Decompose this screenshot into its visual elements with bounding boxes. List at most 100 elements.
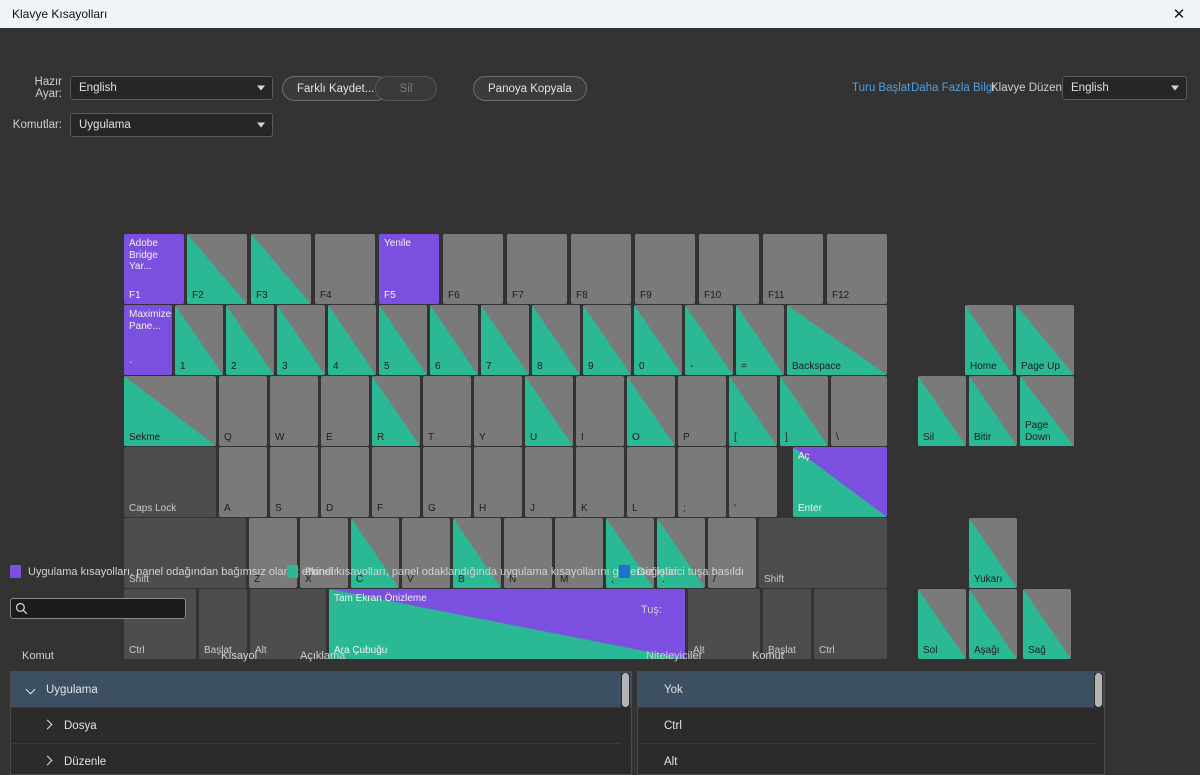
key-7[interactable]: 7 — [481, 305, 529, 375]
key-f10[interactable]: F10 — [699, 234, 759, 304]
key-sa[interactable]: Sağ — [1023, 589, 1071, 659]
key-v[interactable]: V — [402, 518, 450, 588]
key-[interactable]: [ — [729, 376, 777, 446]
tree-row[interactable]: Düzenle — [11, 744, 631, 774]
key-f11[interactable]: F11 — [763, 234, 823, 304]
key-d[interactable]: D — [321, 447, 369, 517]
key-alt[interactable]: Alt — [250, 589, 326, 659]
key-k[interactable]: K — [576, 447, 624, 517]
key-ba-lat[interactable]: Başlat — [199, 589, 247, 659]
key-ara-ubu-u[interactable]: Tam Ekran Önizleme Ara Çubuğu — [329, 589, 685, 659]
key-t[interactable]: T — [423, 376, 471, 446]
key-f12[interactable]: F12 — [827, 234, 887, 304]
key-ctrl[interactable]: Ctrl — [814, 589, 887, 659]
key-yukar[interactable]: Yukarı — [969, 518, 1017, 588]
key-f[interactable]: F — [372, 447, 420, 517]
key-n[interactable]: N — [504, 518, 552, 588]
key-j[interactable]: J — [525, 447, 573, 517]
key-0[interactable]: 0 — [634, 305, 682, 375]
key-f8[interactable]: F8 — [571, 234, 631, 304]
key-b[interactable]: B — [453, 518, 501, 588]
key-caps-lock[interactable]: Caps Lock — [124, 447, 216, 517]
key-9[interactable]: 9 — [583, 305, 631, 375]
modifier-scrollbar[interactable] — [1094, 673, 1103, 774]
key-6[interactable]: 6 — [430, 305, 478, 375]
modifier-row[interactable]: Alt — [638, 744, 1104, 774]
key-[interactable]: ' — [729, 447, 777, 517]
chevron-right-icon[interactable] — [43, 719, 56, 732]
command-tree[interactable]: Uygulama Dosya Düzenle — [10, 671, 632, 775]
key-[interactable]: . — [657, 518, 705, 588]
key-o[interactable]: O — [627, 376, 675, 446]
key-x[interactable]: X — [300, 518, 348, 588]
start-tour-link[interactable]: Turu Başlat — [852, 82, 910, 94]
key-4[interactable]: 4 — [328, 305, 376, 375]
modifier-row[interactable]: Ctrl — [638, 708, 1104, 744]
key-8[interactable]: 8 — [532, 305, 580, 375]
key-shift[interactable]: Shift — [124, 518, 246, 588]
key-backspace[interactable]: Backspace — [787, 305, 887, 375]
key-f9[interactable]: F9 — [635, 234, 695, 304]
tree-row[interactable]: Dosya — [11, 708, 631, 744]
key-s[interactable]: S — [270, 447, 318, 517]
tree-row[interactable]: Uygulama — [11, 672, 631, 708]
key-z[interactable]: Z — [249, 518, 297, 588]
key-y[interactable]: Y — [474, 376, 522, 446]
key-sol[interactable]: Sol — [918, 589, 966, 659]
search-box[interactable] — [10, 598, 186, 619]
key-f6[interactable]: F6 — [443, 234, 503, 304]
key-page-up[interactable]: Page Up — [1016, 305, 1074, 375]
key-e[interactable]: E — [321, 376, 369, 446]
close-icon[interactable]: ✕ — [1168, 3, 1190, 25]
chevron-down-icon[interactable] — [25, 683, 38, 696]
commands-select[interactable]: Uygulama — [70, 113, 273, 137]
tree-scrollbar[interactable] — [621, 673, 630, 774]
key-f1[interactable]: Adobe Bridge Yar... F1 — [124, 234, 184, 304]
key-[interactable]: / — [708, 518, 756, 588]
key-p[interactable]: P — [678, 376, 726, 446]
key-m[interactable]: M — [555, 518, 603, 588]
key-sil[interactable]: Sil — [918, 376, 966, 446]
tree-scrollbar-thumb[interactable] — [622, 673, 629, 707]
more-info-link[interactable]: Daha Fazla Bilgi — [911, 82, 995, 94]
key-q[interactable]: Q — [219, 376, 267, 446]
key-[interactable]: Maximize Pane... ` — [124, 305, 172, 375]
key-[interactable]: - — [685, 305, 733, 375]
key-[interactable]: ] — [780, 376, 828, 446]
key-a-a[interactable]: Aşağı — [969, 589, 1017, 659]
save-as-button[interactable]: Farklı Kaydet... — [282, 76, 390, 101]
key-i[interactable]: I — [576, 376, 624, 446]
key-h[interactable]: H — [474, 447, 522, 517]
modifier-row[interactable]: Yok — [638, 672, 1104, 708]
key-f7[interactable]: F7 — [507, 234, 567, 304]
delete-button[interactable]: Sil — [375, 76, 437, 101]
chevron-right-icon[interactable] — [43, 755, 56, 768]
key-2[interactable]: 2 — [226, 305, 274, 375]
key-enter[interactable]: Aç Enter — [793, 447, 887, 517]
modifier-list[interactable]: Yok Ctrl Alt — [637, 671, 1105, 775]
key-3[interactable]: 3 — [277, 305, 325, 375]
key-r[interactable]: R — [372, 376, 420, 446]
key-5[interactable]: 5 — [379, 305, 427, 375]
key-c[interactable]: C — [351, 518, 399, 588]
key-alt[interactable]: Alt — [688, 589, 760, 659]
key-sekme[interactable]: Sekme — [124, 376, 216, 446]
key-f5[interactable]: Yenile F5 — [379, 234, 439, 304]
key-down[interactable]: Page Down — [1020, 376, 1074, 446]
preset-select[interactable]: English — [70, 76, 273, 100]
key-f3[interactable]: F3 — [251, 234, 311, 304]
key-[interactable]: \ — [831, 376, 887, 446]
copy-clipboard-button[interactable]: Panoya Kopyala — [473, 76, 587, 101]
key-bitir[interactable]: Bitir — [969, 376, 1017, 446]
search-input[interactable] — [31, 602, 176, 615]
key-g[interactable]: G — [423, 447, 471, 517]
modifier-scrollbar-thumb[interactable] — [1095, 673, 1102, 707]
key-f2[interactable]: F2 — [187, 234, 247, 304]
key-ba-lat[interactable]: Başlat — [763, 589, 811, 659]
key-a[interactable]: A — [219, 447, 267, 517]
key-w[interactable]: W — [270, 376, 318, 446]
layout-select[interactable]: English — [1062, 76, 1187, 100]
key-[interactable]: ; — [678, 447, 726, 517]
key-shift[interactable]: Shift — [759, 518, 887, 588]
key-1[interactable]: 1 — [175, 305, 223, 375]
